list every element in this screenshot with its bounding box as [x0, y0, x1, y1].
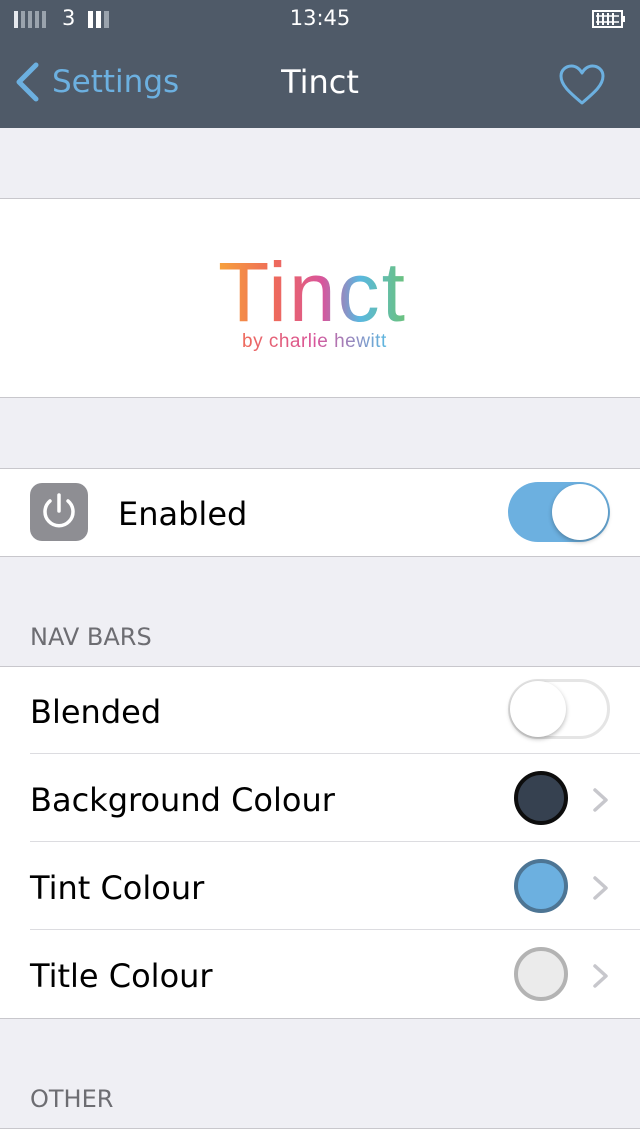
tint-colour-row[interactable]: Tint Colour [0, 843, 640, 930]
page-title: Tinct [281, 63, 359, 101]
toggle-knob [510, 681, 566, 737]
navigation-bar: Settings Tinct [0, 40, 640, 128]
logo-byline: by charlie hewitt [242, 331, 387, 352]
background-colour-row[interactable]: Background Colour [0, 755, 640, 842]
battery-icon [592, 10, 625, 28]
title-colour-swatch [514, 947, 568, 1001]
status-time: 13:45 [289, 6, 351, 30]
background-colour-swatch [514, 771, 568, 825]
status-bar: 3 13:45 [0, 0, 640, 40]
chevron-right-icon [593, 788, 608, 812]
logo-banner: Tinct by charlie hewitt [0, 198, 640, 398]
tint-colour-swatch [514, 859, 568, 913]
chevron-right-icon [593, 876, 608, 900]
toggle-knob [552, 484, 608, 540]
enabled-label: Enabled [118, 495, 248, 533]
blended-label: Blended [30, 693, 162, 731]
tint-colour-label: Tint Colour [30, 869, 205, 907]
section-header-nav-bars: NAV BARS [30, 623, 152, 651]
title-colour-label: Title Colour [30, 957, 213, 995]
enabled-cell: Enabled [0, 468, 640, 557]
row-divider [30, 753, 640, 754]
tinct-logo: Tinct by charlie hewitt [218, 249, 407, 352]
heart-icon[interactable] [559, 64, 605, 106]
row-divider [30, 841, 640, 842]
title-colour-row[interactable]: Title Colour [0, 931, 640, 1018]
top-bar: 3 13:45 Settings Tinct [0, 0, 640, 128]
background-colour-label: Background Colour [30, 781, 335, 819]
power-icon [30, 483, 88, 541]
row-divider [30, 929, 640, 930]
enabled-toggle[interactable] [508, 482, 610, 542]
nav-bars-group: Blended Background Colour Tint Colour Ti… [0, 666, 640, 1019]
blended-row: Blended [0, 667, 640, 754]
chevron-right-icon [593, 964, 608, 988]
logo-title: Tinct [218, 249, 407, 339]
section-header-other: OTHER [30, 1085, 114, 1113]
blended-toggle[interactable] [508, 679, 610, 739]
other-group [0, 1129, 640, 1136]
